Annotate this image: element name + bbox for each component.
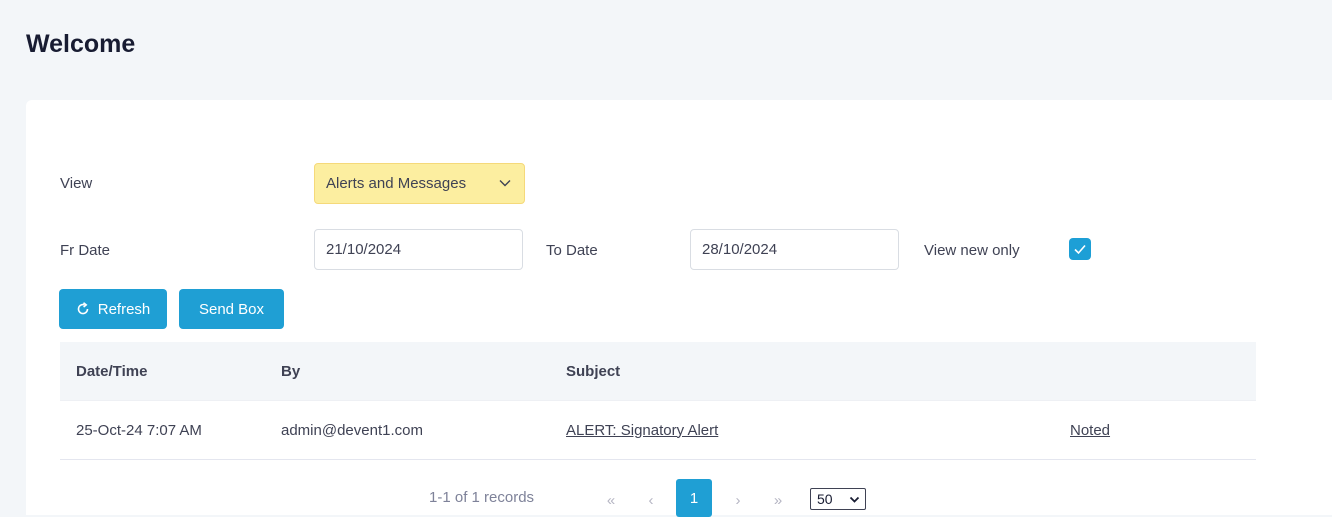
subject-link[interactable]: ALERT: Signatory Alert xyxy=(566,422,718,439)
fr-date-label: Fr Date xyxy=(60,242,111,259)
table-row: 25-Oct-24 7:07 AM admin@devent1.com ALER… xyxy=(60,400,1256,460)
refresh-button[interactable]: Refresh xyxy=(59,289,167,329)
header-by: By xyxy=(281,362,301,380)
fr-date-input[interactable]: 21/10/2024 xyxy=(314,229,523,270)
next-page-icon[interactable]: › xyxy=(726,485,750,515)
main-card: View Alerts and Messages Fr Date 21/10/2… xyxy=(26,100,1332,517)
page-title: Welcome xyxy=(26,30,136,58)
page-1-button[interactable]: 1 xyxy=(676,479,712,517)
send-box-button[interactable]: Send Box xyxy=(179,289,284,329)
page-size-value: 50 xyxy=(817,491,833,507)
to-date-label: To Date xyxy=(546,242,598,259)
noted-link[interactable]: Noted xyxy=(1070,422,1110,439)
to-date-input[interactable]: 28/10/2024 xyxy=(690,229,899,270)
check-icon xyxy=(1074,244,1086,255)
refresh-label: Refresh xyxy=(97,300,151,318)
prev-page-icon[interactable]: ‹ xyxy=(639,485,663,515)
chevron-down-icon xyxy=(499,180,511,187)
new-only-checkbox[interactable] xyxy=(1069,238,1091,260)
to-date-value: 28/10/2024 xyxy=(702,241,778,258)
fr-date-value: 21/10/2024 xyxy=(326,241,402,258)
view-label: View xyxy=(60,175,93,192)
messages-table: Date/Time By Subject 25-Oct-24 7:07 AM a… xyxy=(60,342,1256,460)
view-select[interactable]: Alerts and Messages xyxy=(314,163,525,204)
pagination: 1-1 of 1 records « ‹ 1 › » 50 xyxy=(26,479,1332,517)
last-page-icon[interactable]: » xyxy=(766,485,790,515)
refresh-icon xyxy=(77,302,89,315)
chevron-down-icon xyxy=(849,496,860,503)
header-datetime: Date/Time xyxy=(76,362,148,380)
cell-datetime: 25-Oct-24 7:07 AM xyxy=(76,421,202,439)
page-size-select[interactable]: 50 xyxy=(810,488,866,510)
cell-by: admin@devent1.com xyxy=(281,421,423,439)
new-only-label: View new only xyxy=(924,242,1020,259)
records-info: 1-1 of 1 records xyxy=(429,489,535,506)
header-subject: Subject xyxy=(566,362,621,380)
table-header: Date/Time By Subject xyxy=(60,342,1256,400)
first-page-icon[interactable]: « xyxy=(599,485,623,515)
view-select-value: Alerts and Messages xyxy=(326,175,467,192)
send-box-label: Send Box xyxy=(198,300,265,318)
